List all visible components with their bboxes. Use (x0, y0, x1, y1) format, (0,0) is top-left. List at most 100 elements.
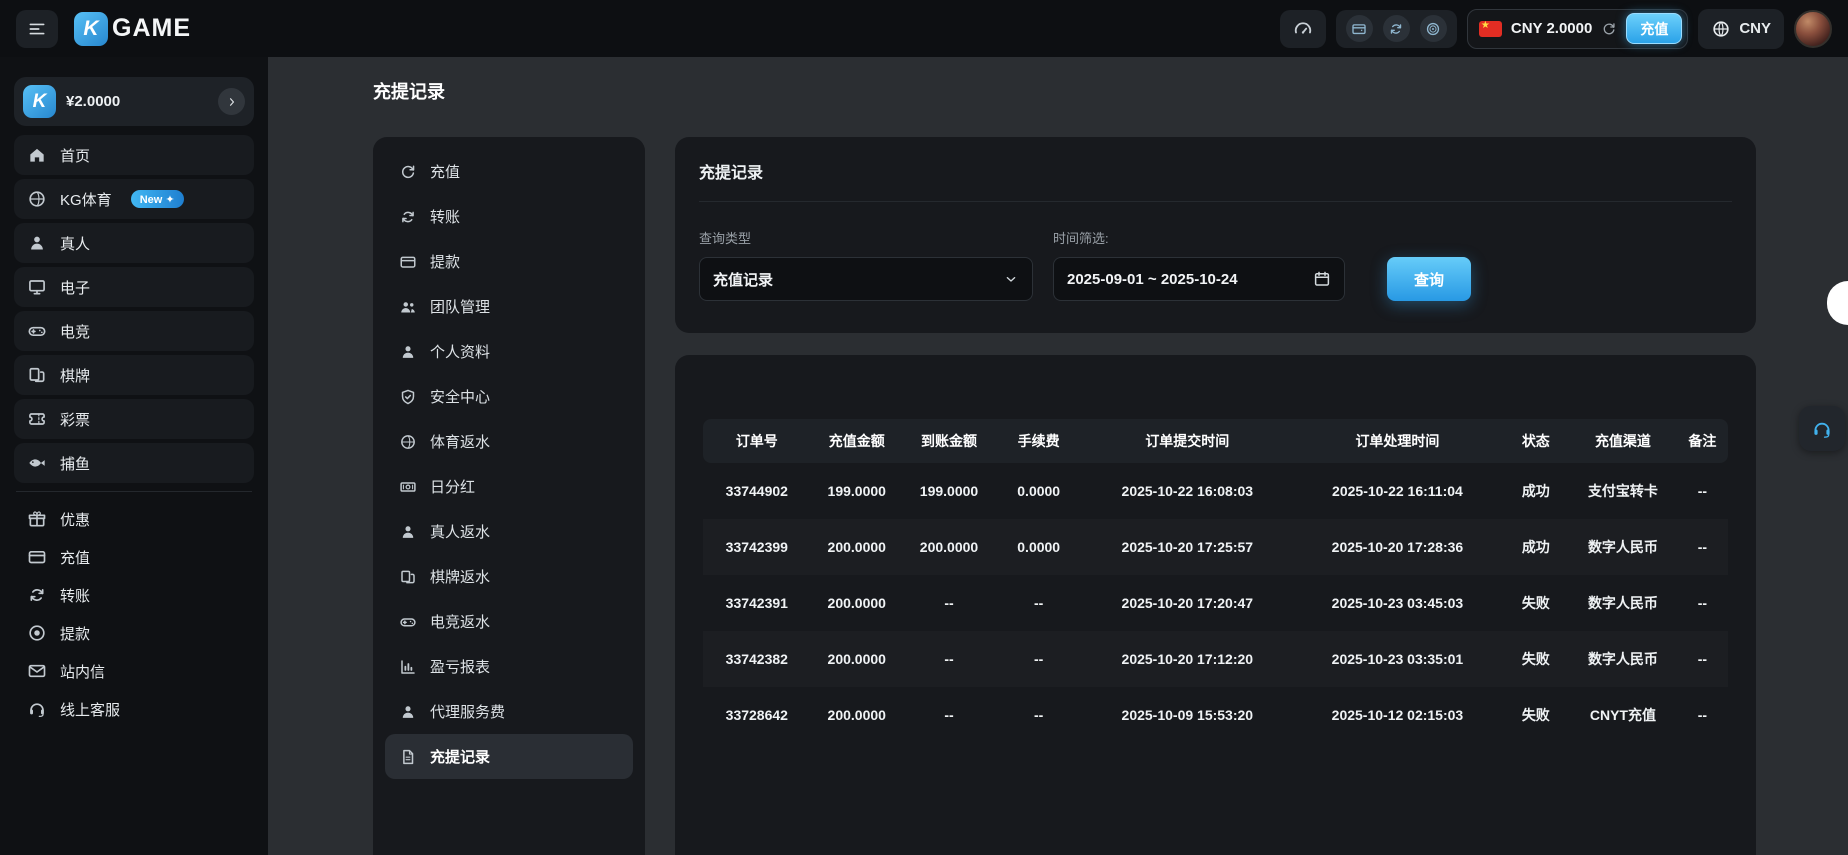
table-cell: 2025-10-20 17:25:57 (1082, 519, 1292, 575)
sidebar-item-1[interactable]: 充值 (14, 538, 254, 576)
top-header: K GAME CNY 2.0000 充值 CNY (0, 0, 1848, 57)
sidebar-item-label: 线上客服 (60, 699, 120, 720)
submenu-item-label: 安全中心 (430, 386, 490, 407)
table-cell: -- (1677, 519, 1728, 575)
filter-title: 充提记录 (699, 159, 1732, 202)
submenu-item-1[interactable]: 转账 (385, 194, 633, 239)
sidebar-item-4[interactable]: 站内信 (14, 652, 254, 690)
sidebar-item-2[interactable]: 真人 (14, 223, 254, 263)
sidebar-item-3[interactable]: 电子 (14, 267, 254, 307)
currency-selector[interactable]: CNY 2.0000 充值 (1467, 9, 1688, 49)
slots-icon (27, 277, 47, 297)
sidebar-item-5[interactable]: 棋牌 (14, 355, 254, 395)
column-header: 到账金额 (903, 419, 995, 463)
table-header-row: 订单号充值金额到账金额手续费订单提交时间订单处理时间状态充值渠道备注 (703, 419, 1728, 463)
submenu-item-label: 转账 (430, 206, 460, 227)
cards-icon (27, 365, 47, 385)
target-icon[interactable] (1420, 15, 1447, 42)
sidebar-item-label: 真人 (60, 233, 90, 254)
column-header: 充值金额 (811, 419, 903, 463)
column-header: 订单提交时间 (1082, 419, 1292, 463)
account-submenu: 充值转账提款团队管理个人资料安全中心体育返水日分红真人返水棋牌返水电竞返水盈亏报… (373, 137, 645, 855)
table-cell: 数字人民币 (1569, 575, 1677, 631)
gauge-button[interactable] (1280, 10, 1326, 48)
sidebar-item-label: 站内信 (60, 661, 105, 682)
submenu-item-13[interactable]: 充提记录 (385, 734, 633, 779)
sidebar-item-0[interactable]: 优惠 (14, 500, 254, 538)
floating-support-button[interactable] (1799, 406, 1845, 451)
shield-icon (399, 388, 417, 406)
sidebar-divider (16, 491, 252, 492)
submenu-item-12[interactable]: 代理服务费 (385, 689, 633, 734)
submenu-item-label: 团队管理 (430, 296, 490, 317)
sidebar-item-label: 转账 (60, 585, 90, 606)
exchange-icon[interactable] (1383, 15, 1410, 42)
submenu-item-3[interactable]: 团队管理 (385, 284, 633, 329)
column-header: 手续费 (995, 419, 1082, 463)
user-avatar[interactable] (1794, 10, 1832, 48)
brand-logo[interactable]: K GAME (74, 12, 191, 46)
table-cell: 2025-10-20 17:12:20 (1082, 631, 1292, 687)
submenu-item-0[interactable]: 充值 (385, 149, 633, 194)
rebate-sports-icon (399, 433, 417, 451)
submenu-item-4[interactable]: 个人资料 (385, 329, 633, 374)
menu-button[interactable] (16, 10, 58, 48)
submenu-item-label: 代理服务费 (430, 701, 505, 722)
calendar-icon (1313, 270, 1331, 288)
submenu-item-7[interactable]: 日分红 (385, 464, 633, 509)
submenu-item-5[interactable]: 安全中心 (385, 374, 633, 419)
sidebar-item-label: 提款 (60, 623, 90, 644)
sidebar-item-5[interactable]: 线上客服 (14, 690, 254, 728)
submenu-item-9[interactable]: 棋牌返水 (385, 554, 633, 599)
chevron-right-icon (225, 95, 239, 109)
rebate-live-icon (399, 523, 417, 541)
wallet-card[interactable]: K ¥2.0000 (14, 77, 254, 126)
wallet-icon[interactable] (1346, 15, 1373, 42)
logo-k-mark: K (74, 12, 108, 46)
submenu-item-11[interactable]: 盈亏报表 (385, 644, 633, 689)
table-cell: 成功 (1503, 519, 1570, 575)
submenu-item-10[interactable]: 电竞返水 (385, 599, 633, 644)
esports-icon (27, 321, 47, 341)
sidebar-item-7[interactable]: 捕鱼 (14, 443, 254, 483)
wallet-expand-button[interactable] (218, 88, 245, 115)
query-button[interactable]: 查询 (1387, 257, 1471, 301)
records-table-panel: 订单号充值金额到账金额手续费订单提交时间订单处理时间状态充值渠道备注 33744… (675, 355, 1756, 855)
time-filter-field: 时间筛选: 2025-09-01 ~ 2025-10-24 (1053, 228, 1345, 301)
query-type-value: 充值记录 (713, 269, 773, 290)
recharge-button[interactable]: 充值 (1626, 13, 1682, 44)
sports-icon (27, 189, 47, 209)
refresh-balance-icon[interactable] (1601, 21, 1617, 37)
table-cell: -- (1677, 687, 1728, 743)
filter-row: 查询类型 充值记录 时间筛选: 2025-09-01 ~ 2025-10-24 (699, 228, 1732, 301)
date-range-input[interactable]: 2025-09-01 ~ 2025-10-24 (1053, 257, 1345, 301)
table-cell: -- (995, 631, 1082, 687)
table-row: 33742391200.0000----2025-10-20 17:20:472… (703, 575, 1728, 631)
column-header: 充值渠道 (1569, 419, 1677, 463)
language-selector[interactable]: CNY (1698, 9, 1784, 49)
transfer-icon (27, 585, 47, 605)
table-cell: 33728642 (703, 687, 811, 743)
submenu-item-6[interactable]: 体育返水 (385, 419, 633, 464)
agent-icon (399, 703, 417, 721)
sidebar-item-3[interactable]: 提款 (14, 614, 254, 652)
gauge-icon (1292, 18, 1314, 40)
submenu-item-label: 电竞返水 (430, 611, 490, 632)
submenu-item-8[interactable]: 真人返水 (385, 509, 633, 554)
query-type-select[interactable]: 充值记录 (699, 257, 1033, 301)
sidebar-item-2[interactable]: 转账 (14, 576, 254, 614)
sidebar-item-6[interactable]: 彩票 (14, 399, 254, 439)
sidebar-item-label: 充值 (60, 547, 90, 568)
table-row: 33742399200.0000200.00000.00002025-10-20… (703, 519, 1728, 575)
table-cell: -- (903, 575, 995, 631)
sidebar-item-label: 首页 (60, 145, 90, 166)
table-cell: 0.0000 (995, 463, 1082, 519)
sidebar-item-0[interactable]: 首页 (14, 135, 254, 175)
sidebar-item-1[interactable]: KG体育New ✦ (14, 179, 254, 219)
column-header: 备注 (1677, 419, 1728, 463)
sidebar-primary-nav: 首页 KG体育New ✦ 真人电子电竞棋牌彩票捕鱼 (14, 135, 254, 483)
sidebar-item-4[interactable]: 电竞 (14, 311, 254, 351)
submenu-item-label: 盈亏报表 (430, 656, 490, 677)
sidebar-secondary-nav: 优惠充值转账提款站内信线上客服 (14, 500, 254, 728)
submenu-item-2[interactable]: 提款 (385, 239, 633, 284)
